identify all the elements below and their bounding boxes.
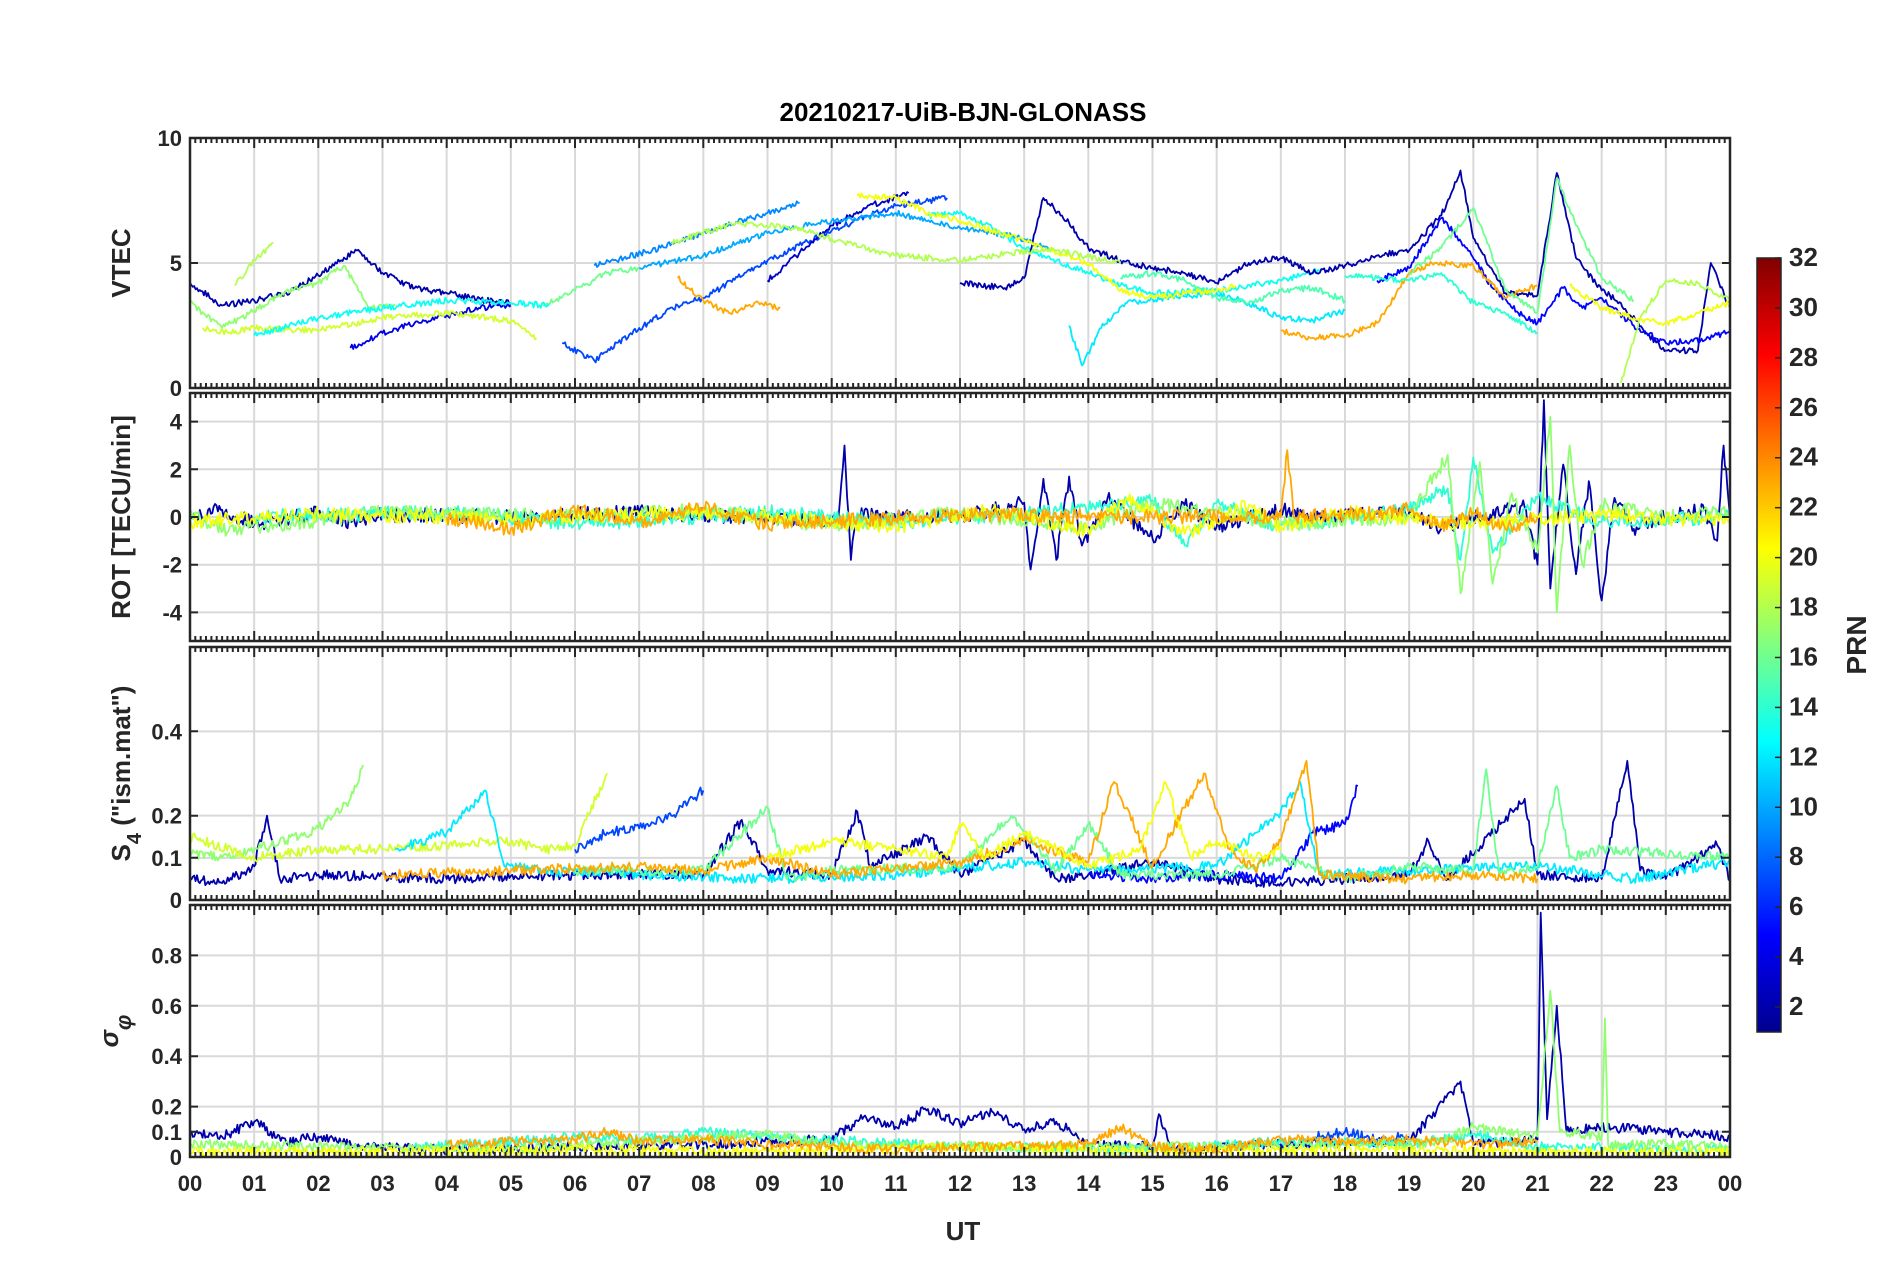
series-prn-17 [190, 764, 365, 862]
x-tick-label: 02 [306, 1171, 330, 1196]
x-tick-label: 03 [370, 1171, 394, 1196]
y-axis-label-vtec: VTEC [106, 228, 136, 298]
x-tick-label: 09 [755, 1171, 779, 1196]
colorbar-tick-label: 6 [1789, 891, 1803, 921]
x-axis: 00 01 02 03 04 05 06 07 08 09 10 11 12 13 14 15 16 17 18 19… [178, 1171, 1742, 1196]
y-tick-label-sigma_phi: 0 [170, 1145, 182, 1170]
series-prn-13 [927, 210, 1320, 297]
x-tick-label: 01 [242, 1171, 266, 1196]
panel-sigma_phi: 00.10.2 0.4 0.6 0.8 σφ [94, 903, 1732, 1170]
y-tick-label-vtec: 10 [158, 126, 182, 151]
colorbar-tick-label: 10 [1789, 791, 1818, 821]
y-tick-label-s4: 0.1 [151, 846, 182, 871]
y-tick-label-vtec: 5 [170, 251, 182, 276]
series-prn-19 [202, 310, 538, 341]
colorbar-tick-label: 32 [1789, 242, 1818, 272]
x-tick-label: 04 [434, 1171, 459, 1196]
colorbar-tick-label: 30 [1789, 292, 1818, 322]
y-tick-label-sigma_phi: 0.6 [151, 994, 182, 1019]
x-tick-label: 12 [948, 1171, 972, 1196]
panel-vtec: 0 5 10 VTEC [106, 126, 1732, 401]
x-tick-label: 22 [1589, 1171, 1613, 1196]
colorbar: 2468101214161820222426283032PRN [1756, 242, 1872, 1033]
series-prn-12 [1068, 290, 1346, 367]
y-tick-label-rot: -2 [162, 553, 182, 578]
colorbar-tick-label: 2 [1789, 991, 1803, 1021]
x-tick-label: 00 [1718, 1171, 1742, 1196]
figure: 20210217-UiB-BJN-GLONASS 0510VTEC-4-2024… [94, 97, 1872, 1246]
grid-sigma_phi [190, 905, 1730, 1157]
x-tick-label: 20 [1461, 1171, 1485, 1196]
series-prn-18 [1620, 278, 1730, 384]
y-tick-label-s4: 0.2 [151, 804, 182, 829]
y-axis-label-sigma_phi: σφ [94, 1015, 136, 1048]
y-tick-label-rot: 0 [170, 505, 182, 530]
y-tick-label-vtec: 0 [170, 376, 182, 401]
colorbar-tick-label: 28 [1789, 342, 1818, 372]
y-axis-label-rot: ROT [TECU/min] [106, 415, 136, 619]
colorbar-tick-label: 24 [1789, 442, 1818, 472]
grid-vtec [190, 138, 1730, 388]
y-tick-label-rot: 2 [170, 457, 182, 482]
series-prn-23 [677, 275, 781, 316]
y-tick-label-sigma_phi: 0.8 [151, 943, 182, 968]
panel-s4: 0 0.1 0.2 0.4S4 ("ism.mat") [106, 645, 1732, 913]
series-prn-7 [561, 195, 948, 364]
colorbar-tick-label: 12 [1789, 741, 1818, 771]
x-tick-label: 11 [884, 1171, 907, 1196]
y-tick-label-sigma_phi: 0.4 [151, 1044, 182, 1069]
y-tick-label-rot: -4 [162, 600, 182, 625]
colorbar-tick-label: 20 [1789, 542, 1818, 572]
x-tick-label: 14 [1076, 1171, 1101, 1196]
x-tick-label: 00 [178, 1171, 202, 1196]
x-tick-label: 19 [1397, 1171, 1421, 1196]
y-tick-label-sigma_phi: 0.2 [151, 1095, 182, 1120]
x-tick-label: 16 [1204, 1171, 1228, 1196]
panel-rot: -4 -2 0 2 4 ROT [TECU/min] [106, 391, 1732, 643]
x-tick-label: 13 [1012, 1171, 1036, 1196]
y-tick-label-s4: 0 [170, 888, 182, 913]
x-tick-label: 23 [1654, 1171, 1678, 1196]
x-tick-label: 06 [563, 1171, 587, 1196]
series-prn-17 [190, 264, 396, 329]
x-tick-label: 18 [1333, 1171, 1357, 1196]
y-tick-label-rot: 4 [170, 410, 183, 435]
x-tick-label: 08 [691, 1171, 715, 1196]
x-tick-label: 07 [627, 1171, 651, 1196]
colorbar-tick-label: 22 [1789, 492, 1818, 522]
colorbar-tick-label: 8 [1789, 841, 1803, 871]
panels: 0510VTEC-4-2024ROT [TECU/min]00.10.20.4S… [94, 126, 1732, 1170]
x-tick-label: 17 [1269, 1171, 1293, 1196]
colorbar-tick-label: 18 [1789, 592, 1818, 622]
series-prn-16 [542, 266, 640, 307]
colorbar-gradient [1756, 257, 1782, 1033]
chart-title: 20210217-UiB-BJN-GLONASS [779, 97, 1146, 127]
x-tick-label: 05 [499, 1171, 523, 1196]
x-tick-label: 21 [1525, 1171, 1549, 1196]
x-tick-label: 10 [819, 1171, 843, 1196]
y-tick-label-s4: 0.4 [151, 719, 182, 744]
colorbar-tick-label: 14 [1789, 691, 1818, 721]
colorbar-label: PRN [1841, 615, 1872, 674]
y-tick-label-sigma_phi: 0.1 [151, 1120, 182, 1145]
series-prn-10 [638, 209, 1057, 270]
colorbar-tick-label: 16 [1789, 641, 1818, 671]
colorbar-tick-label: 4 [1789, 941, 1804, 971]
x-tick-label: 15 [1140, 1171, 1164, 1196]
y-axis-label-s4: S4 ("ism.mat") [106, 686, 146, 862]
x-axis-label: UT [946, 1216, 981, 1246]
colorbar-tick-label: 26 [1789, 392, 1818, 422]
